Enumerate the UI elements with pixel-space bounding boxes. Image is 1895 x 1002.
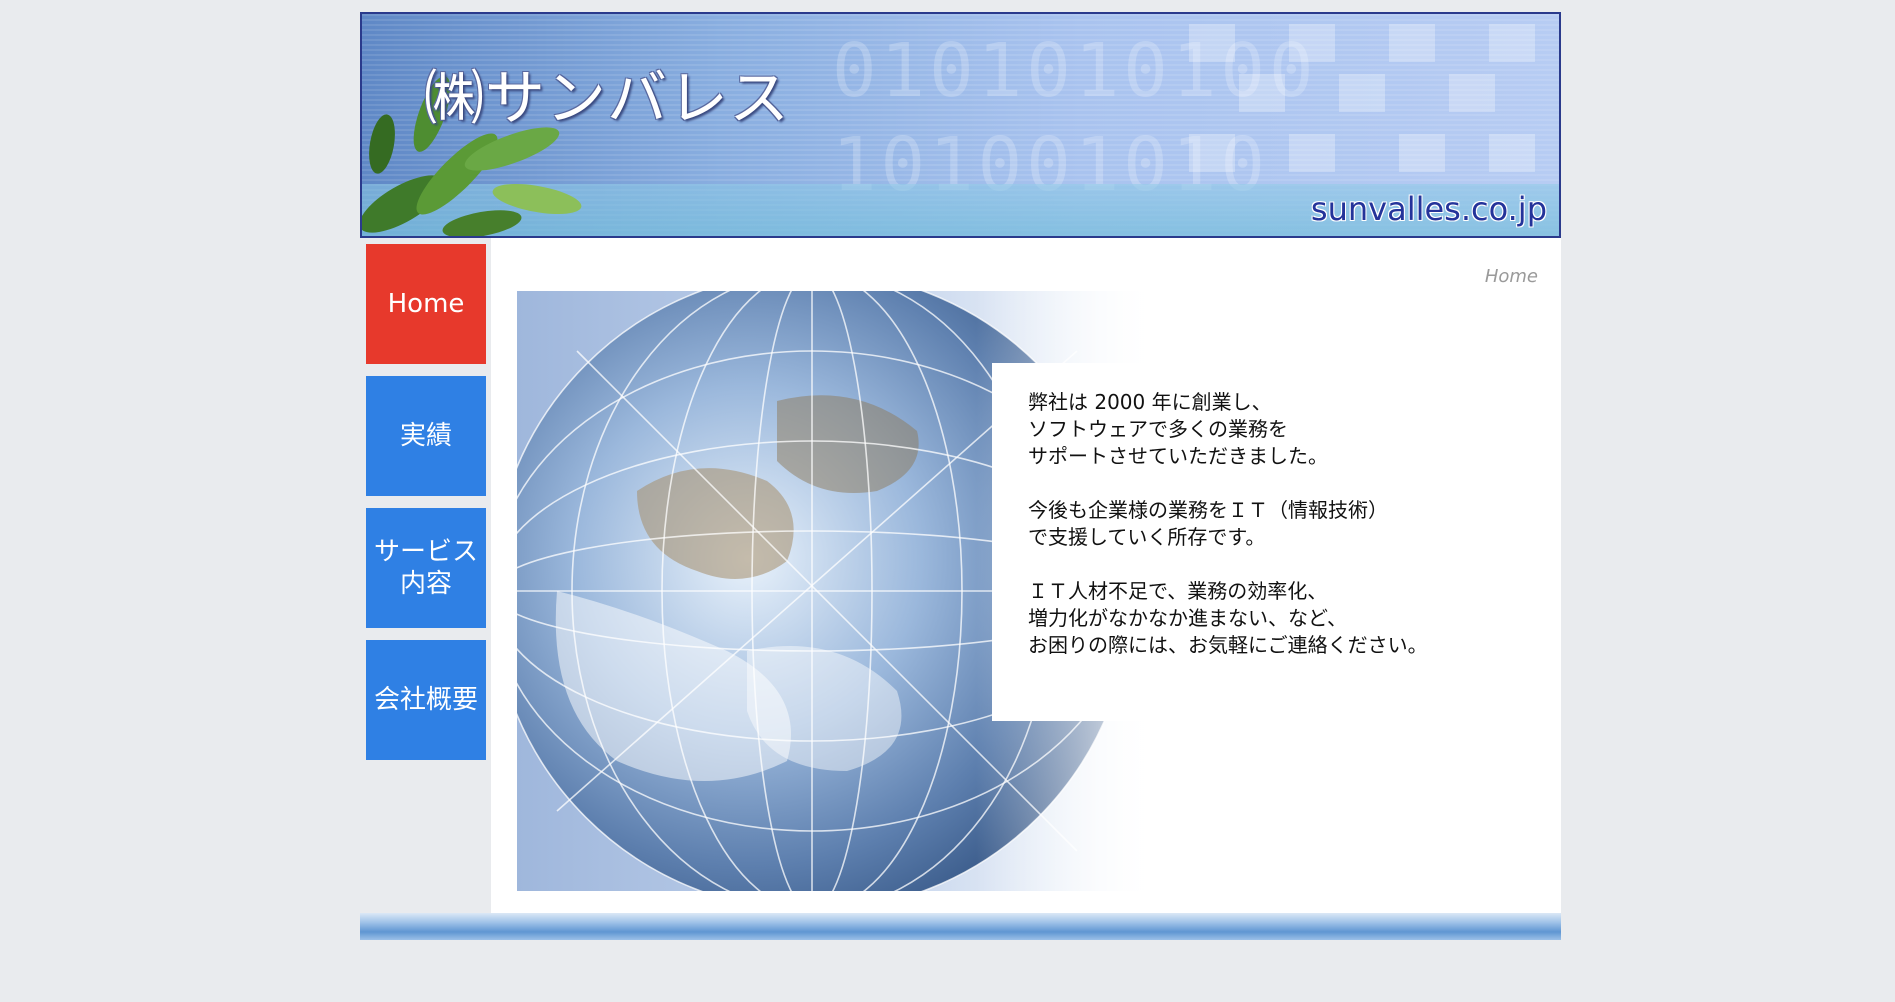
intro-paragraph-1: 弊社は 2000 年に創業し、 ソフトウェアで多くの業務を サポートさせていただ… bbox=[1028, 390, 1328, 468]
header-banner: 0101010100 101001010 ㈱サンバレス sunvalles.co.… bbox=[360, 12, 1561, 238]
hero-image: 弊社は 2000 年に創業し、 ソフトウェアで多くの業務を サポートさせていただ… bbox=[517, 291, 1537, 891]
main-content: Home 弊社は 2000 年に創業し、 ソフトウェアで多くの業務を サポートさ… bbox=[491, 238, 1561, 915]
nav-item-achievements[interactable]: 実績 bbox=[366, 376, 486, 496]
nav-item-company-profile[interactable]: 会社概要 bbox=[366, 640, 486, 760]
intro-paragraph-3: ＩＴ人材不足で、業務の効率化、 増力化がなかなか進まない、など、 お困りの際には… bbox=[1028, 579, 1428, 657]
nav-item-services[interactable]: サービス 内容 bbox=[366, 508, 486, 628]
site-container: 0101010100 101001010 ㈱サンバレス sunvalles.co.… bbox=[360, 12, 1561, 940]
intro-text-box: 弊社は 2000 年に創業し、 ソフトウェアで多くの業務を サポートさせていただ… bbox=[992, 363, 1537, 721]
footer-bar bbox=[360, 913, 1561, 940]
intro-paragraph-2: 今後も企業様の業務をＩＴ（情報技術） で支援していく所存です。 bbox=[1028, 498, 1388, 549]
domain-text: sunvalles.co.jp bbox=[1310, 190, 1547, 228]
company-logo: ㈱サンバレス bbox=[424, 64, 790, 134]
breadcrumb: Home bbox=[1484, 266, 1538, 287]
content-row: Home 実績 サービス 内容 会社概要 Home 弊社は 2000 年に創業し… bbox=[360, 238, 1561, 915]
nav-item-home[interactable]: Home bbox=[366, 244, 486, 364]
sidebar-nav: Home 実績 サービス 内容 会社概要 bbox=[360, 238, 491, 915]
